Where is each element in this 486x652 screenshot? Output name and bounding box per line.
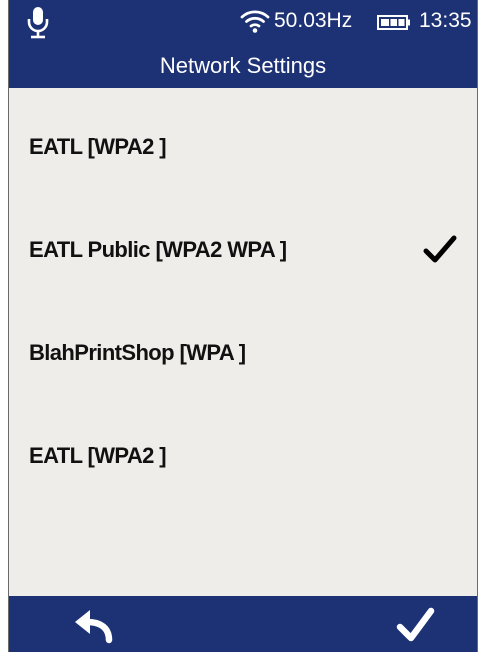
network-label: EATL [WPA2 ] xyxy=(29,443,167,468)
battery-icon xyxy=(377,15,410,30)
confirm-button[interactable] xyxy=(389,604,445,646)
network-label: EATL [WPA2 ] xyxy=(29,134,167,159)
frequency-readout: 50.03Hz xyxy=(274,9,353,32)
header-bar: 50.03Hz 13:35 Network Settings xyxy=(9,0,477,88)
network-item[interactable]: EATL [WPA2 ] xyxy=(9,397,477,500)
back-button[interactable] xyxy=(65,604,121,646)
status-bar: 50.03Hz 13:35 xyxy=(9,0,477,44)
checkmark-icon xyxy=(396,607,435,642)
selected-check-icon xyxy=(423,235,457,263)
microphone-icon xyxy=(27,7,49,39)
network-item[interactable]: BlahPrintShop [WPA ] xyxy=(9,294,477,397)
page-title: Network Settings xyxy=(159,53,327,78)
device-screen: 50.03Hz 13:35 Network Settings EATL [WPA… xyxy=(8,0,478,652)
network-item[interactable]: EATL Public [WPA2 WPA ] xyxy=(9,191,477,294)
clock: 13:35 xyxy=(419,9,472,32)
network-list: EATL [WPA2 ] EATL Public [WPA2 WPA ] Bla… xyxy=(9,88,477,500)
network-label: BlahPrintShop [WPA ] xyxy=(29,340,246,365)
back-arrow-icon xyxy=(75,610,113,644)
footer-bar xyxy=(9,596,477,652)
network-label: EATL Public [WPA2 WPA ] xyxy=(29,237,287,262)
wifi-icon xyxy=(240,10,270,33)
network-item[interactable]: EATL [WPA2 ] xyxy=(9,88,477,191)
